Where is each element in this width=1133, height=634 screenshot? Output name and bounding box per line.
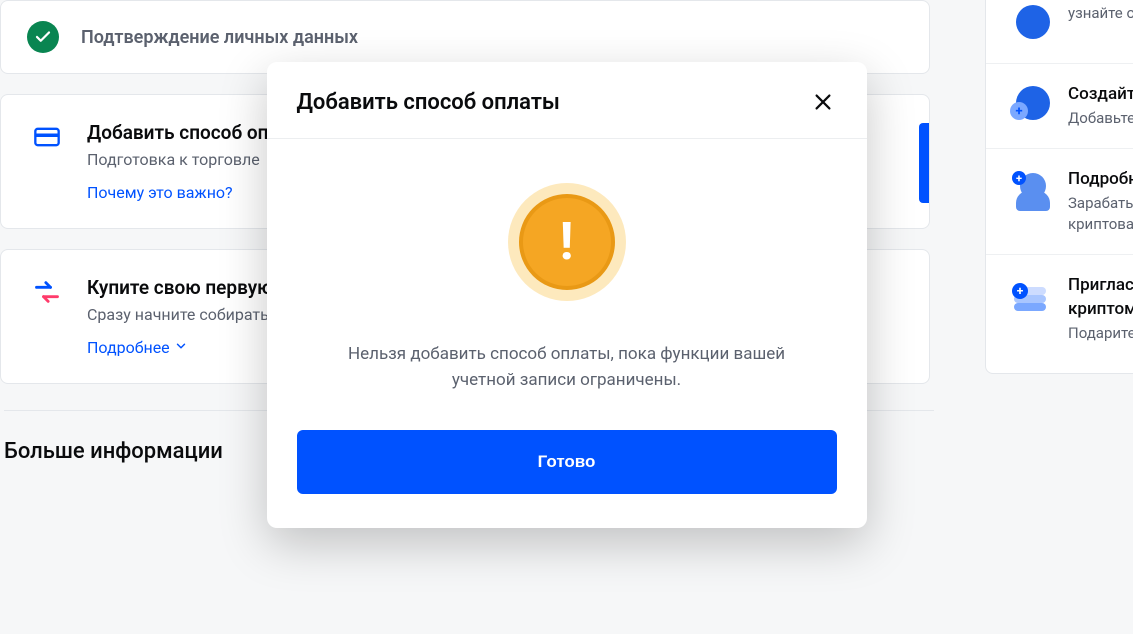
modal-message: Нельзя добавить способ оплаты, пока функ… (317, 341, 817, 394)
done-button[interactable]: Готово (297, 430, 837, 494)
warning-icon: ! (508, 183, 626, 301)
modal-overlay: Добавить способ оплаты ! Нельзя добавить… (0, 0, 1133, 634)
close-button[interactable] (809, 88, 837, 116)
add-payment-modal: Добавить способ оплаты ! Нельзя добавить… (267, 62, 867, 528)
close-icon (812, 91, 834, 113)
modal-title: Добавить способ оплаты (297, 90, 560, 115)
